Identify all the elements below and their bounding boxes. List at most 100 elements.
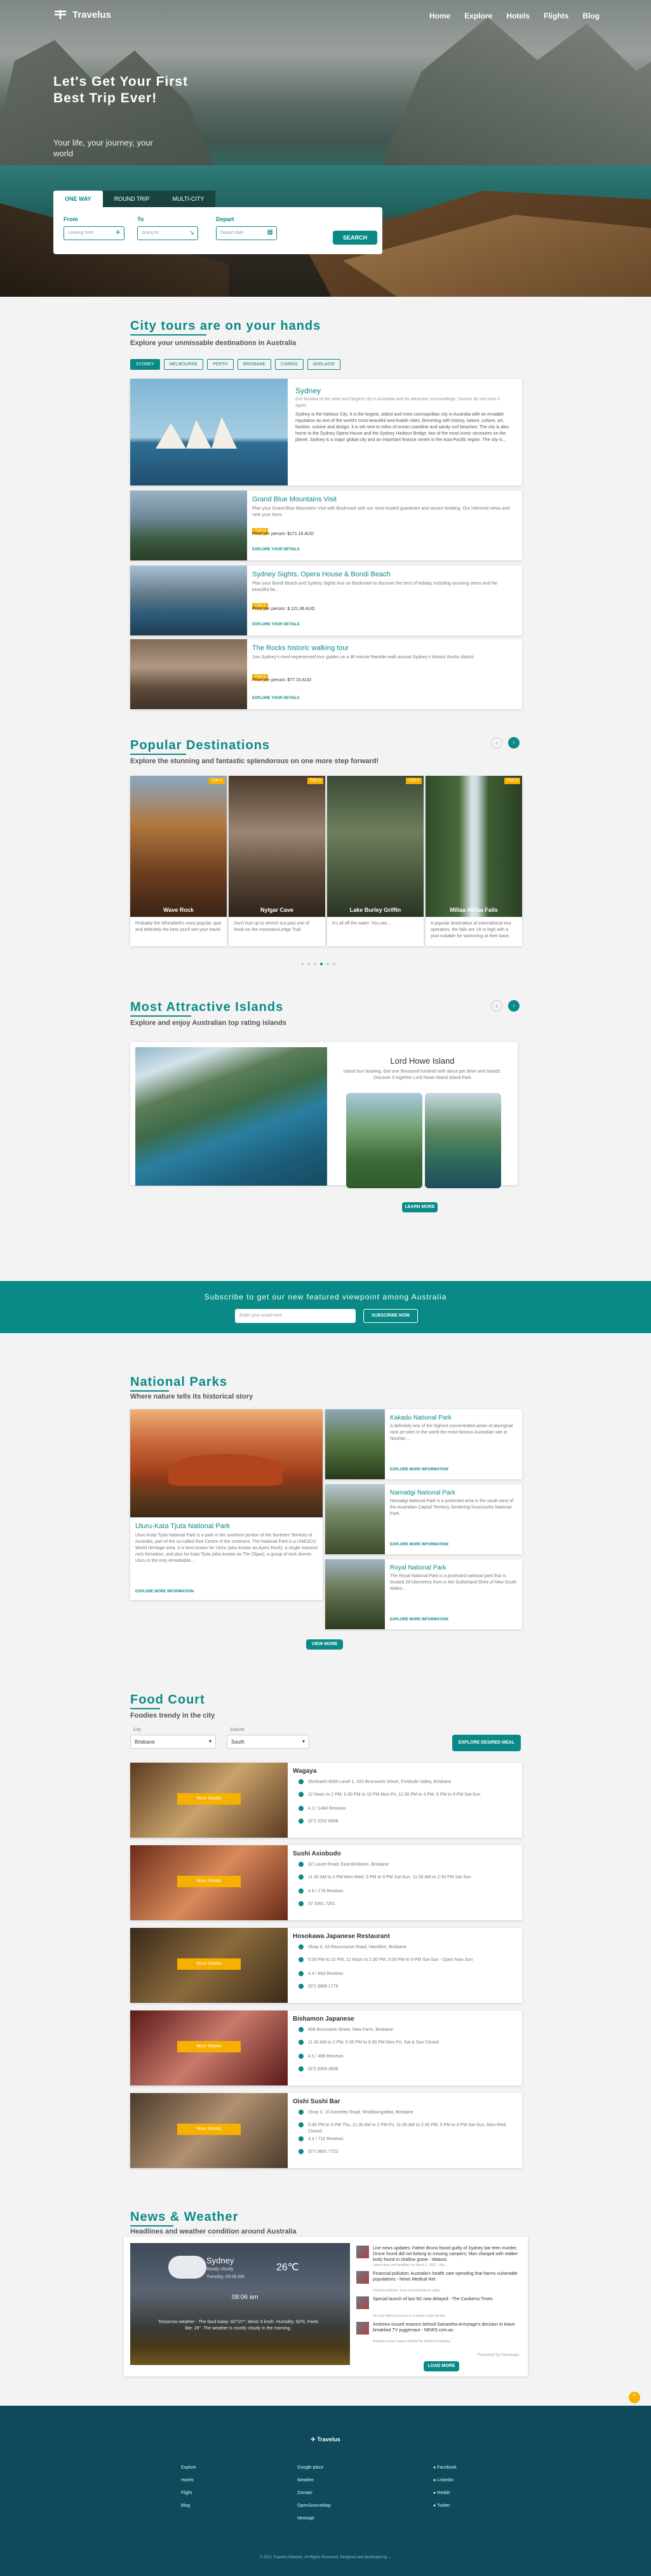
footer-link[interactable]: Newsapi [297,2512,331,2525]
nav-hotels[interactable]: Hotels [506,11,530,20]
footer-link[interactable]: Zomato [297,2487,331,2500]
tour-details-link[interactable]: EXPLORE YOUR DETAILS [252,548,299,552]
destination-card[interactable]: TOP 3 Nylgar Cave Don't hurt up to stret… [229,776,325,946]
dot-active[interactable] [320,963,323,965]
restaurant-card[interactable]: More Details Oishi Sushi Bar Shop 3, 10 … [130,2093,522,2168]
park-title[interactable]: Uluru-Kata Tjuta National Park [135,1522,230,1530]
subscribe-email-input[interactable]: Enter your email here [235,1309,356,1323]
reddit-link[interactable]: ● Reddit [433,2487,457,2500]
park-more-link[interactable]: EXPLORE MORE INFORMATION [390,1468,448,1472]
more-details-button[interactable]: More Details [177,1876,241,1887]
scroll-top-icon[interactable]: ⌃ [629,2392,640,2403]
next-arrow-icon[interactable]: › [508,737,520,749]
chip-brisbane[interactable]: BRISBANE [237,359,272,370]
tour-details-link[interactable]: EXPLORE YOUR DETAILS [252,696,299,700]
park-title[interactable]: Royal National Park [390,1564,446,1571]
park-card[interactable]: Namadgi National Park Namadgi National P… [325,1484,522,1554]
subscribe-button[interactable]: SUBSCRIBE NOW [363,1309,418,1323]
more-details-button[interactable]: More Details [177,2124,241,2135]
park-more-link[interactable]: EXPLORE MORE INFORMATION [135,1590,194,1594]
destination-card[interactable]: TOP 1 Wave Rock Probably the Wheatbelt's… [130,776,227,946]
to-field[interactable]: Going to ↘ [137,226,198,240]
explore-meal-button[interactable]: EXPLORE DESIRED MEAL [452,1735,521,1751]
dot[interactable] [301,963,304,965]
linkedin-link[interactable]: ● Linkedin [433,2474,457,2487]
next-arrow-icon[interactable]: › [508,1000,520,1012]
park-desc: Uluru-Kata Tjuta National Park is a park… [135,1533,318,1563]
chip-melbourne[interactable]: MELBOURNE [163,359,204,370]
footer-link[interactable]: Weather [297,2474,331,2487]
news-headline[interactable]: Special launch of last 5G now delayed - … [373,2296,519,2302]
tab-one-way[interactable]: ONE WAY [53,191,103,207]
restaurant-card[interactable]: More Details Bishamon Japanese 609 Bruns… [130,2010,522,2085]
news-item[interactable]: Andrews issued reasons behind Samantha A… [356,2322,519,2345]
news-headline[interactable]: Financial pollution: Australia's health … [373,2271,519,2282]
news-item[interactable]: Live news updates: Father Bruno found gu… [356,2246,519,2268]
news-item[interactable]: Special launch of last 5G now delayed - … [356,2296,519,2319]
park-card[interactable]: Kakadu National Park A definitely one of… [325,1409,522,1479]
footer-link[interactable]: Flight [181,2487,196,2500]
dot[interactable] [314,963,316,965]
nav-home[interactable]: Home [429,11,450,20]
nav-blog[interactable]: Blog [582,11,600,20]
tour-card[interactable]: Grand Blue Mountains Visit Plan your Gra… [130,491,522,560]
footer-link[interactable]: Hotels [181,2474,196,2487]
prev-arrow-icon[interactable]: ‹ [491,737,502,749]
facebook-link[interactable]: ● Facebook [433,2462,457,2474]
restaurant-card[interactable]: More Details Hosokawa Japanese Restauran… [130,1928,522,2003]
chip-sydney[interactable]: SYDNEY [130,359,160,370]
clock-icon [299,1792,304,1797]
brand-logo[interactable]: Travelus [53,9,111,20]
footer-link[interactable]: Blog [181,2500,196,2512]
destination-card[interactable]: TOP 3 Millaa Millaa Falls A popular dest… [426,776,522,946]
restaurant-card[interactable]: More Details Sushi Axiobudo 32 Laurel Ro… [130,1845,522,1920]
news-headline[interactable]: Andrews issued reasons behind Samantha A… [373,2322,519,2333]
park-title[interactable]: Kakadu National Park [390,1414,452,1421]
tour-card[interactable]: The Rocks historic walking tour Join Syd… [130,639,522,709]
twitter-link[interactable]: ● Twitter [433,2500,457,2512]
tour-title[interactable]: Grand Blue Mountains Visit [252,496,337,503]
destination-card[interactable]: TOP 4 Lake Burley Griffin It's all off t… [327,776,424,946]
tour-card[interactable]: Sydney Sights, Opera House & Bondi Beach… [130,566,522,635]
restaurant-card[interactable]: More Details Wagaya Shinkashi 8000 Level… [130,1763,522,1838]
load-more-button[interactable]: LOAD MORE [424,2361,459,2371]
news-item[interactable]: Financial pollution: Australia's health … [356,2271,519,2294]
restaurant-name: Hosokawa Japanese Restaurant [293,1933,390,1940]
uluru-featured-card[interactable]: Uluru-Kata Tjuta National Park Uluru-Kat… [130,1409,323,1600]
more-details-button[interactable]: More Details [177,2041,241,2052]
tab-multi-city[interactable]: MULTI-CITY [161,191,216,207]
dot[interactable] [307,963,310,965]
footer-link[interactable]: Explore [181,2462,196,2474]
suburb-select[interactable]: South ▾ [227,1735,309,1749]
news-headline[interactable]: Live news updates: Father Bruno found gu… [373,2246,519,2263]
nav-flights[interactable]: Flights [544,11,568,20]
chip-perth[interactable]: PERTH [207,359,234,370]
nav-explore[interactable]: Explore [464,11,492,20]
restaurant-rating: 4.4 / 712 Reviews [308,2137,344,2141]
learn-more-button[interactable]: LEARN MORE [402,1202,438,1212]
logo-icon [55,10,66,19]
depart-field[interactable]: Depart date ▦ [216,226,277,240]
from-field[interactable]: Leaving from ✈ [64,226,124,240]
tour-title[interactable]: Sydney Sights, Opera House & Bondi Beach [252,571,391,578]
city-select[interactable]: Brisbane ▾ [130,1735,216,1749]
footer-link[interactable]: Google place [297,2462,331,2474]
park-more-link[interactable]: EXPLORE MORE INFORMATION [390,1543,448,1547]
dot[interactable] [326,963,329,965]
park-more-link[interactable]: EXPLORE MORE INFORMATION [390,1618,448,1622]
chip-adelaide[interactable]: ADELAIDE [307,359,341,370]
to-placeholder: Going to [142,231,159,235]
more-details-button[interactable]: More Details [177,1793,241,1805]
tab-round-trip[interactable]: ROUND TRIP [102,191,161,207]
park-title[interactable]: Namadgi National Park [390,1489,455,1496]
tour-title[interactable]: The Rocks historic walking tour [252,644,349,652]
search-button[interactable]: SEARCH [333,231,377,245]
chip-cairns[interactable]: CAIRNS [275,359,304,370]
more-details-button[interactable]: More Details [177,1958,241,1970]
view-more-button[interactable]: VIEW MORE [306,1639,343,1650]
footer-link[interactable]: OpenSourceMap [297,2500,331,2512]
prev-arrow-icon[interactable]: ‹ [491,1000,502,1012]
dot[interactable] [333,963,335,965]
tour-details-link[interactable]: EXPLORE YOUR DETAILS [252,623,299,627]
park-card[interactable]: Royal National Park The Royal National P… [325,1559,522,1629]
